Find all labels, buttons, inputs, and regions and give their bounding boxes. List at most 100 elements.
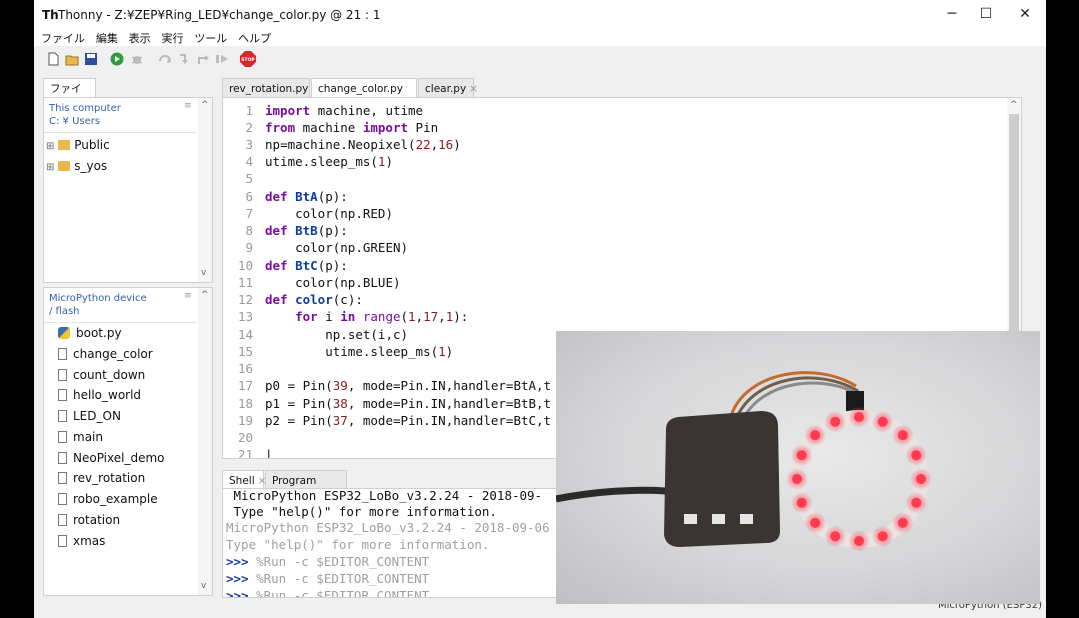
shell-line: >>> %Run -c $EDITOR_CONTENT [226, 554, 429, 569]
code-line[interactable]: for i in range(1,17,1): [265, 309, 468, 324]
new-file-icon[interactable] [46, 52, 60, 66]
step-out-icon[interactable] [196, 52, 210, 66]
debug-icon[interactable] [130, 52, 144, 66]
code-line[interactable]: np.set(i,c) [265, 327, 408, 342]
scrollbar[interactable]: ^ v [198, 98, 212, 282]
line-number: 1 [245, 103, 253, 118]
line-number: 16 [237, 361, 253, 376]
tab-close-icon[interactable]: × [469, 83, 478, 95]
code-line[interactable]: from machine import Pin [265, 120, 438, 135]
tab-change-color[interactable]: change_color.py *× [311, 78, 417, 115]
menu-view[interactable]: 表示 [129, 30, 151, 46]
menu-file[interactable]: ファイル [41, 30, 85, 46]
file-item[interactable]: NeoPixel_demo [58, 451, 165, 465]
file-item[interactable]: rev_rotation [58, 471, 145, 485]
code-line[interactable]: utime.sleep_ms(1) [265, 154, 393, 169]
line-number-gutter: 1 2 3 4 5 6 7 8 9 10 11 12 13 14 15 16 1… [223, 98, 259, 458]
file-item[interactable]: xmas [58, 534, 105, 548]
file-item[interactable]: main [58, 430, 103, 444]
code-line[interactable]: p0 = Pin(39, mode=Pin.IN,handler=BtA,t [265, 378, 551, 393]
line-number: 11 [237, 275, 253, 290]
scroll-up-icon[interactable]: ^ [201, 100, 209, 110]
code-line[interactable]: | [265, 447, 273, 458]
led [911, 497, 922, 508]
code-line[interactable]: def BtC(p): [265, 258, 348, 273]
python-file-icon [58, 327, 70, 339]
code-line[interactable]: def BtA(p): [265, 189, 348, 204]
tab-rev-rotation[interactable]: rev_rotation.py× [222, 78, 320, 98]
file-item[interactable]: count_down [58, 368, 145, 382]
file-item[interactable]: rotation [58, 513, 120, 527]
expand-icon[interactable]: ⊞ [46, 141, 54, 152]
shell-line: MicroPython ESP32_LoBo_v3.2.24 - 2018-09… [226, 520, 550, 535]
pane-divider [44, 132, 196, 133]
scrollbar-thumb[interactable] [1009, 114, 1019, 344]
led [897, 517, 908, 528]
line-number: 4 [245, 154, 253, 169]
menu-edit[interactable]: 編集 [96, 30, 118, 46]
minimize-button[interactable]: ─ [937, 6, 967, 22]
file-item[interactable]: LED_ON [58, 409, 121, 423]
pane-menu-icon[interactable]: ≡ [184, 291, 192, 301]
device-path[interactable]: / flash [49, 306, 80, 317]
file-icon [58, 493, 67, 505]
close-button[interactable]: ✕ [1010, 6, 1040, 22]
file-item-label: LED_ON [73, 409, 121, 423]
scroll-up-icon[interactable]: ^ [1010, 100, 1018, 110]
led [810, 517, 821, 528]
scroll-up-icon[interactable]: ^ [201, 290, 209, 300]
menu-tools[interactable]: ツール [194, 30, 227, 46]
tree-item-public[interactable]: ⊞ Public [46, 138, 110, 152]
file-item-label: NeoPixel_demo [73, 451, 165, 465]
device-title[interactable]: MicroPython device [49, 293, 147, 304]
file-icon [58, 431, 67, 443]
resume-icon[interactable] [215, 52, 229, 66]
menu-run[interactable]: 実行 [161, 30, 183, 46]
tab-program-tree[interactable]: Program tree× [265, 470, 347, 507]
code-line[interactable]: np=machine.Neopixel(22,16) [265, 137, 461, 152]
line-number: 14 [237, 327, 253, 342]
file-item[interactable]: boot.py [58, 326, 122, 340]
led [897, 430, 908, 441]
shell-command: %Run -c $EDITOR_CONTENT [248, 571, 430, 586]
file-item[interactable]: hello_world [58, 388, 141, 402]
code-line[interactable]: import machine, utime [265, 103, 423, 118]
tab-files[interactable]: ファイル× [43, 78, 96, 115]
line-number: 19 [237, 413, 253, 428]
tree-item-s-yos[interactable]: ⊞ s_yos [46, 159, 107, 173]
device-button-b [712, 514, 725, 524]
shell-command: %Run -c $EDITOR_CONTENT [248, 554, 430, 569]
code-line[interactable]: utime.sleep_ms(1) [265, 344, 453, 359]
led-ring-leds [786, 406, 932, 552]
expand-icon[interactable]: ⊞ [46, 162, 54, 173]
run-icon[interactable] [110, 52, 124, 66]
code-line[interactable]: color(np.GREEN) [265, 240, 408, 255]
menu-help[interactable]: ヘルプ [238, 30, 271, 46]
this-computer-path[interactable]: C: ¥ Users [49, 116, 100, 127]
shell-line: Type "help()" for more information. [226, 537, 490, 552]
code-line[interactable]: def color(c): [265, 292, 363, 307]
code-line[interactable]: p2 = Pin(37, mode=Pin.IN,handler=BtC,t [265, 413, 551, 428]
tab-clear[interactable]: clear.py × [418, 78, 478, 98]
this-computer-title[interactable]: This computer [49, 103, 121, 114]
scroll-down-icon[interactable]: v [201, 268, 206, 278]
tab-shell[interactable]: Shell × [222, 470, 266, 490]
save-icon[interactable] [84, 52, 98, 66]
code-line[interactable]: p1 = Pin(38, mode=Pin.IN,handler=BtB,t [265, 396, 551, 411]
led [911, 450, 922, 461]
pane-menu-icon[interactable]: ≡ [184, 101, 192, 111]
code-line[interactable]: color(np.BLUE) [265, 275, 400, 290]
shell-line: MicroPython ESP32_LoBo_v3.2.24 - 2018-09… [226, 488, 543, 503]
file-item[interactable]: change_color [58, 347, 153, 361]
stop-icon[interactable]: STOP [240, 51, 256, 67]
step-over-icon[interactable] [158, 52, 172, 66]
code-line[interactable]: def BtB(p): [265, 223, 348, 238]
step-into-icon[interactable] [177, 52, 191, 66]
code-line[interactable]: color(np.RED) [265, 206, 393, 221]
open-file-icon[interactable] [65, 52, 79, 66]
file-item[interactable]: robo_example [58, 492, 158, 506]
line-number: 7 [245, 206, 253, 221]
maximize-button[interactable]: ☐ [971, 6, 1001, 22]
scroll-down-icon[interactable]: v [201, 581, 206, 591]
scrollbar[interactable]: ^ v [198, 288, 212, 595]
